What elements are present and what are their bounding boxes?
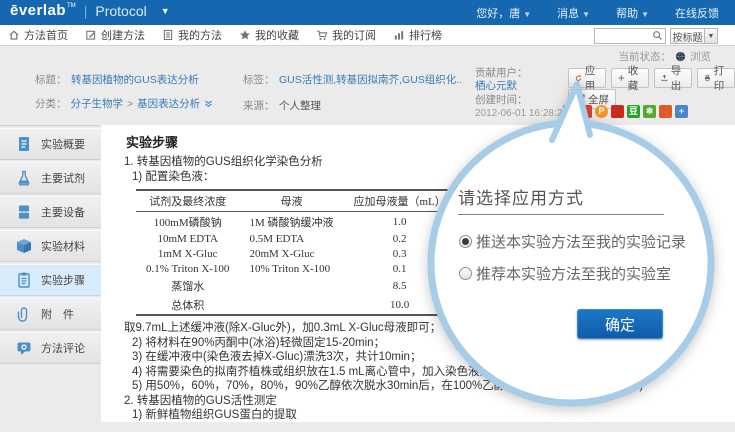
popup-divider (458, 214, 664, 215)
logo-tm: TM (67, 3, 76, 9)
star-icon (239, 29, 251, 41)
chevron-down-icon[interactable]: ▼ (161, 6, 170, 16)
sidebar-item-equipment[interactable]: 主要设备 (0, 196, 101, 228)
apply-popup-bubble (420, 78, 732, 432)
document-icon (162, 29, 174, 41)
source-value: 个人整理 (279, 100, 321, 112)
reagent-table: 试剂及最终浓度 母液 应加母液量（mL） 100mM磷酸钠1M 磷酸钠缓冲液1.… (136, 189, 456, 316)
box-icon (15, 237, 33, 255)
home-icon (8, 29, 20, 41)
sidebar-item-materials[interactable]: 实验材料 (0, 230, 101, 262)
chevron-down-icon: ▼ (641, 10, 649, 19)
logo-product: Protocol (95, 3, 146, 19)
popup-title: 请选择应用方式 (458, 184, 584, 209)
nav-item-my-favorites[interactable]: 我的收藏 (239, 27, 299, 43)
clipboard-icon (15, 271, 33, 289)
sidebar-item-attachments[interactable]: 附 件 (0, 298, 101, 330)
search-box (594, 28, 666, 44)
top-menu: 您好，唐▼ 消息▼ 帮助▼ 在线反馈 (476, 0, 719, 25)
table-row: 蒸馏水8.5 (136, 276, 456, 295)
radio-option-push-to-records[interactable]: 推送本实验方法至我的实验记录 (459, 231, 686, 252)
cart-icon (316, 29, 328, 41)
confirm-button[interactable]: 确定 (577, 309, 663, 339)
logo-divider: | (84, 3, 88, 19)
category-label: 分类： (35, 96, 67, 111)
nav-item-my-methods[interactable]: 我的方法 (162, 27, 222, 43)
chevron-down-icon: ▼ (523, 10, 531, 19)
comment-icon (15, 339, 33, 357)
feedback-link[interactable]: 在线反馈 (675, 5, 719, 21)
protocol-title-link[interactable]: 转基因植物的GUS表达分析 (71, 74, 199, 86)
category-separator: > (127, 98, 133, 110)
category-parent-link[interactable]: 分子生物学 (71, 96, 124, 111)
document-icon (15, 135, 33, 153)
sidebar-item-steps[interactable]: 实验步骤 (0, 264, 101, 296)
sidebar-item-reagents[interactable]: 主要试剂 (0, 162, 101, 194)
table-row: 总体积10.0 (136, 295, 456, 315)
table-row: 1mM X-Gluc20mM X-Gluc0.3 (136, 246, 456, 261)
logo[interactable]: ēverlab TM | Protocol ▼ (10, 2, 170, 19)
chevron-down-icon[interactable]: ▼ (704, 29, 717, 43)
radio-option-recommend-to-lab[interactable]: 推荐本实验方法至我的实验室 (459, 263, 671, 284)
radio-unselected-icon[interactable] (459, 267, 472, 280)
search-filter-value: 按标题 (671, 29, 704, 44)
flask-icon (15, 169, 33, 187)
globe-icon (675, 51, 686, 62)
chevron-down-icon: ▼ (582, 10, 590, 19)
logo-brand: ēverlab (10, 2, 66, 19)
nav-item-ranking[interactable]: 排行榜 (393, 27, 442, 43)
sidebar-item-comments[interactable]: 方法评论 (0, 332, 101, 364)
user-menu[interactable]: 您好，唐▼ (476, 5, 531, 21)
category-child-link[interactable]: 基因表达分析 (137, 96, 200, 111)
top-bar: ēverlab TM | Protocol ▼ 您好，唐▼ 消息▼ 帮助▼ 在线… (0, 0, 735, 25)
equipment-icon (15, 203, 33, 221)
messages-menu[interactable]: 消息▼ (557, 5, 590, 21)
search-icon[interactable] (651, 30, 664, 41)
search-input[interactable] (597, 29, 647, 41)
double-chevron-down-icon[interactable] (204, 100, 213, 108)
table-header-row: 试剂及最终浓度 母液 应加母液量（mL） (136, 190, 456, 212)
create-icon (85, 29, 97, 41)
bar-chart-icon (393, 29, 405, 41)
radio-selected-icon[interactable] (459, 235, 472, 248)
sidebar-item-overview[interactable]: 实验概要 (0, 128, 101, 160)
table-row: 10mM EDTA0.5M EDTA0.2 (136, 231, 456, 246)
nav-item-my-subscriptions[interactable]: 我的订阅 (316, 27, 376, 43)
help-menu[interactable]: 帮助▼ (616, 5, 649, 21)
tags-label: 标签： (243, 74, 275, 86)
nav-item-method-home[interactable]: 方法首页 (8, 27, 68, 43)
nav-bar: 方法首页 创建方法 我的方法 我的收藏 我的订阅 排行榜 按标题 ▼ (0, 25, 735, 46)
source-label: 来源： (243, 100, 275, 112)
title-label: 标题： (35, 74, 67, 86)
table-row: 0.1% Triton X-10010% Triton X-1000.1 (136, 261, 456, 276)
search-filter-select[interactable]: 按标题 ▼ (670, 28, 718, 44)
table-row: 100mM磷酸钠1M 磷酸钠缓冲液1.0 (136, 212, 456, 232)
sidebar: 实验概要 主要试剂 主要设备 实验材料 实验步骤 附 件 方法评论 (0, 128, 101, 366)
paperclip-icon (15, 305, 33, 323)
nav-item-create-method[interactable]: 创建方法 (85, 27, 145, 43)
